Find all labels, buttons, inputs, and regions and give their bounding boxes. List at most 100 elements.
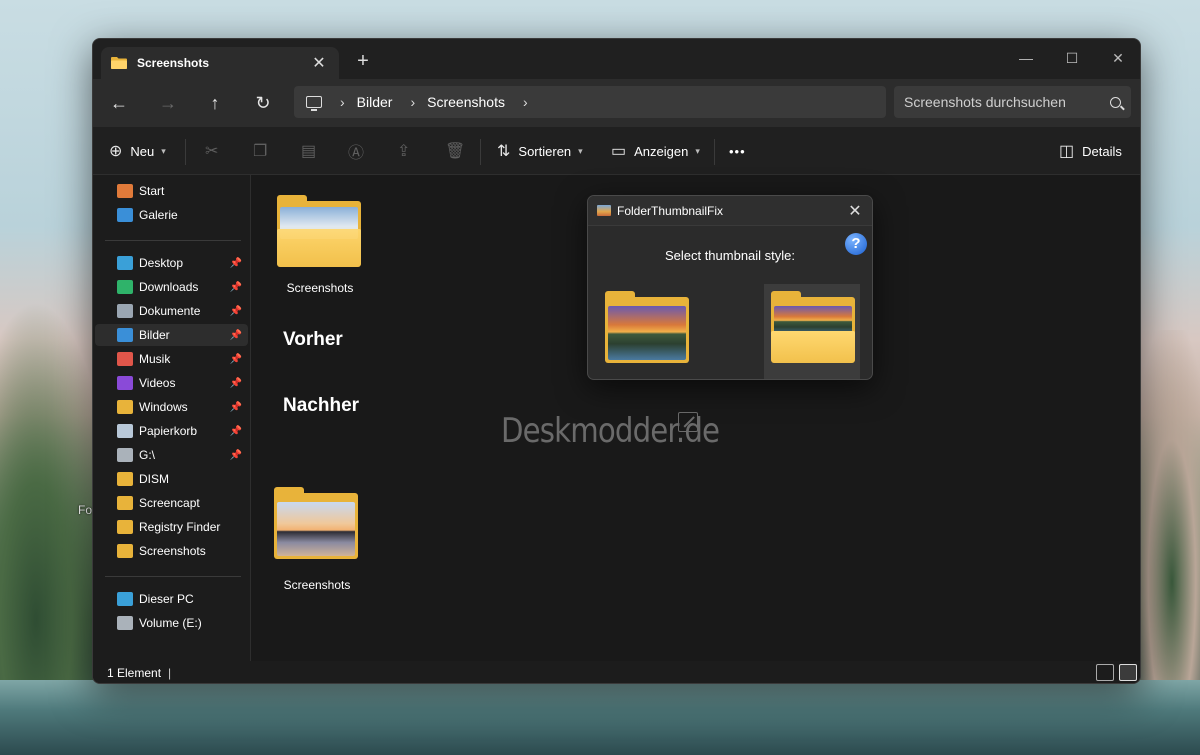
document-icon — [117, 304, 133, 318]
new-button[interactable]: ⊕ Neu ▾ — [109, 139, 166, 163]
sidebar-item-downloads[interactable]: Downloads 📌 — [95, 276, 248, 298]
sort-icon: ⇅ — [497, 143, 511, 160]
forward-button[interactable]: → — [154, 91, 182, 115]
desktop-background-water — [0, 680, 1200, 755]
folder-front — [277, 229, 361, 267]
sidebar-item-volume-e[interactable]: Volume (E:) — [95, 612, 248, 634]
dialog-title: FolderThumbnailFix — [617, 204, 724, 218]
pin-icon[interactable]: 📌 — [230, 354, 242, 365]
chevron-right-icon[interactable]: › — [410, 94, 415, 110]
sidebar-item-galerie[interactable]: Galerie — [95, 204, 248, 226]
sidebar-item-label: Screenshots — [139, 544, 206, 558]
sidebar-item-screencapt[interactable]: Screencapt — [95, 492, 248, 514]
thumbnail-style-option-1[interactable] — [598, 284, 694, 379]
sidebar-item-g[interactable]: G:\ 📌 — [95, 444, 248, 466]
nachher-label: Nachher — [283, 395, 360, 416]
thumbnail-image — [277, 502, 355, 556]
folder-label-bottom[interactable]: Screenshots — [257, 578, 377, 592]
details-button[interactable]: ◫ Details — [1059, 139, 1122, 163]
view-button[interactable]: ▭ Anzeigen ▾ — [611, 139, 700, 163]
details-pane-icon: ◫ — [1059, 143, 1075, 160]
close-window-button[interactable]: ✕ — [1095, 45, 1140, 71]
pencil-icon — [678, 412, 698, 432]
share-icon: ⇪ — [397, 143, 411, 160]
sidebar-item-label: Start — [139, 184, 165, 198]
view-label: Anzeigen — [634, 143, 689, 159]
new-tab-button[interactable]: + — [353, 51, 373, 71]
sidebar-item-label: Desktop — [139, 256, 184, 270]
pin-icon[interactable]: 📌 — [230, 330, 242, 341]
close-tab-icon[interactable]: ✕ — [309, 53, 329, 73]
folder-label-top[interactable]: Screenshots — [260, 281, 380, 295]
cut-button[interactable]: ✂ — [205, 139, 218, 163]
chevron-right-icon[interactable]: › — [340, 94, 345, 110]
sort-button[interactable]: ⇅ Sortieren ▾ — [497, 139, 583, 163]
status-bar: 1 Element | — [93, 661, 1140, 683]
pin-icon[interactable]: 📌 — [230, 282, 242, 293]
paste-button[interactable]: ▤ — [301, 139, 316, 163]
pin-icon[interactable]: 📌 — [230, 258, 242, 269]
back-button[interactable]: ← — [105, 91, 133, 115]
copy-button[interactable]: ❐ — [253, 139, 267, 163]
drive-icon — [117, 616, 133, 630]
address-bar[interactable]: › Bilder › Screenshots › — [294, 86, 886, 118]
sidebar-divider — [105, 576, 241, 577]
pin-icon[interactable]: 📌 — [230, 426, 242, 437]
rename-icon: Ⓐ — [348, 145, 365, 162]
vorher-label: Vorher — [283, 329, 343, 350]
sidebar-item-dokumente[interactable]: Dokumente 📌 — [95, 300, 248, 322]
pin-icon[interactable]: 📌 — [230, 450, 242, 461]
up-button[interactable]: ↑ — [201, 91, 229, 115]
delete-button[interactable]: 🗑 — [445, 139, 465, 163]
pin-icon[interactable]: 📌 — [230, 378, 242, 389]
pin-icon[interactable]: 📌 — [230, 402, 242, 413]
chevron-right-icon[interactable]: › — [523, 94, 528, 110]
sidebar-item-desktop[interactable]: Desktop 📌 — [95, 252, 248, 274]
view-icon: ▭ — [611, 143, 627, 160]
rename-button[interactable]: Ⓐ — [348, 139, 364, 163]
chevron-down-icon: ▾ — [578, 145, 583, 156]
sidebar-item-videos[interactable]: Videos 📌 — [95, 372, 248, 394]
desktop-icon-label[interactable]: Fo — [78, 503, 92, 517]
sidebar-item-screenshots[interactable]: Screenshots — [95, 540, 248, 562]
sidebar-item-bilder[interactable]: Bilder 📌 — [95, 324, 248, 346]
sidebar-item-label: Videos — [139, 376, 176, 390]
folder-icon — [117, 472, 133, 486]
tiles-view-icon[interactable] — [1119, 664, 1137, 681]
search-input[interactable]: Screenshots durchsuchen — [894, 86, 1131, 118]
minimize-button[interactable]: — — [1003, 45, 1049, 71]
status-separator: | — [168, 666, 172, 680]
folder-icon — [117, 496, 133, 510]
home-icon — [117, 184, 133, 198]
navigation-pane: Start Galerie Desktop 📌 Downloads 📌 Dokumente 📌… — [93, 175, 251, 661]
sidebar-divider — [105, 240, 241, 241]
sidebar-item-papierkorb[interactable]: Papierkorb 📌 — [95, 420, 248, 442]
divider — [480, 139, 481, 165]
clipboard-icon: ▤ — [301, 143, 317, 160]
close-dialog-button[interactable]: ✕ — [846, 201, 864, 221]
sidebar-item-dism[interactable]: DISM — [95, 468, 248, 490]
sidebar-item-start[interactable]: Start — [95, 180, 248, 202]
tab-screenshots[interactable]: Screenshots ✕ — [101, 47, 339, 79]
sidebar-item-musik[interactable]: Musik 📌 — [95, 348, 248, 370]
thumbnail-style-option-2[interactable] — [764, 284, 860, 379]
more-button[interactable]: ••• — [729, 139, 746, 163]
refresh-button[interactable]: ↻ — [249, 91, 277, 115]
search-icon[interactable] — [1110, 96, 1121, 108]
sidebar-item-windows[interactable]: Windows 📌 — [95, 396, 248, 418]
details-view-icon[interactable] — [1096, 664, 1114, 681]
chevron-down-icon: ▾ — [161, 145, 166, 156]
sidebar-item-dieser-pc[interactable]: Dieser PC — [95, 588, 248, 610]
breadcrumb-bilder[interactable]: Bilder — [357, 94, 393, 110]
chevron-down-icon: ▾ — [695, 145, 700, 156]
maximize-button[interactable]: ☐ — [1049, 45, 1095, 71]
video-icon — [117, 376, 133, 390]
sidebar-item-registry-finder[interactable]: Registry Finder — [95, 516, 248, 538]
trash-icon: 🗑 — [445, 143, 466, 160]
thumbnail-image — [608, 306, 686, 360]
share-button[interactable]: ⇪ — [397, 139, 410, 163]
breadcrumb-screenshots[interactable]: Screenshots — [427, 94, 505, 110]
pin-icon[interactable]: 📌 — [230, 306, 242, 317]
details-label: Details — [1082, 143, 1122, 159]
computer-icon[interactable] — [306, 96, 322, 111]
